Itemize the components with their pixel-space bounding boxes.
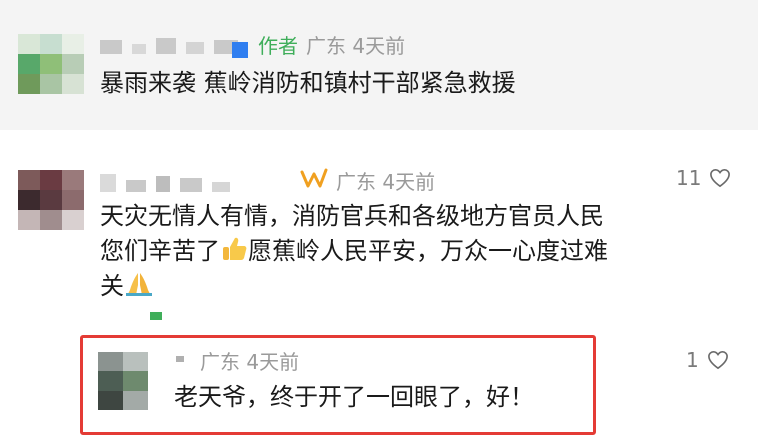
comment-text: 老天爷，终于开了一回眼了，好！ xyxy=(174,383,534,411)
comment-text-part: 愿蕉岭人民平安，万众一心度过难 xyxy=(248,237,608,265)
comment-text-part: 您们辛苦了 xyxy=(100,237,220,265)
comment-line: 您们辛苦了 愿蕉岭人民平安，万众一心度过难 xyxy=(100,234,608,269)
emoji-fragment xyxy=(150,312,162,320)
comment-line: 天灾无情人有情，消防官兵和各级地方官员人民 xyxy=(100,202,604,230)
username[interactable] xyxy=(100,174,230,192)
comment-text: 暴雨来袭 蕉岭消防和镇村干部紧急救援 xyxy=(100,69,516,97)
username[interactable] xyxy=(176,356,184,362)
user-badge-icon xyxy=(232,42,248,58)
wave-badge-icon xyxy=(300,168,328,188)
comment-text: 天灾无情人有情，消防官兵和各级地方官员人民 您们辛苦了 愿蕉岭人民平安，万众一心… xyxy=(100,199,608,304)
author-tag: 作者 xyxy=(258,34,298,58)
heart-icon xyxy=(710,168,731,188)
like-button[interactable]: 11 xyxy=(676,166,731,190)
heart-icon xyxy=(707,350,728,370)
avatar[interactable] xyxy=(18,34,84,94)
avatar[interactable] xyxy=(98,352,148,410)
like-count: 11 xyxy=(676,166,702,190)
location-time: 广东 4天前 xyxy=(336,170,436,194)
comment-meta: 作者 广东 4天前 xyxy=(258,30,405,59)
comment-line: 关 xyxy=(100,269,608,304)
like-button[interactable]: 1 xyxy=(686,348,729,372)
avatar[interactable] xyxy=(18,170,84,230)
thumbs-up-icon xyxy=(223,237,247,260)
author-comment-card xyxy=(0,0,758,130)
location-time: 广东 4天前 xyxy=(200,350,300,374)
location-time: 广东 4天前 xyxy=(306,34,406,58)
comment-text-part: 关 xyxy=(100,272,124,300)
praying-hands-icon xyxy=(126,273,152,296)
username[interactable] xyxy=(100,38,238,54)
like-count: 1 xyxy=(686,348,699,372)
